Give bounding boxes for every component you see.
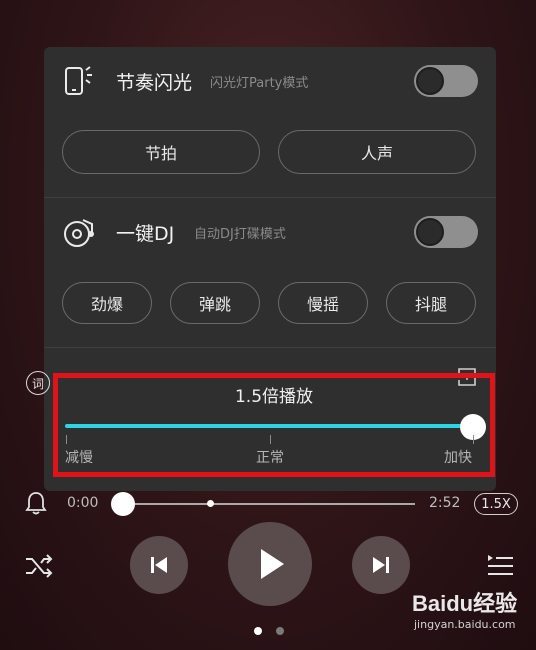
one-key-dj-title: 一键DJ: [116, 222, 175, 245]
progress-marker: [207, 500, 214, 507]
divider: [44, 197, 496, 198]
phone-flash-icon: [65, 66, 92, 95]
page-indicator-dot-active: [254, 627, 262, 635]
play-icon: [261, 549, 284, 579]
playback-rate-badge[interactable]: 1.5X: [474, 493, 518, 515]
beat-button[interactable]: 节拍: [62, 130, 260, 174]
watermark-brand: Baidu经验: [412, 591, 518, 616]
playlist-icon[interactable]: [486, 553, 514, 577]
slider-tick: [473, 435, 474, 444]
previous-button[interactable]: [130, 536, 188, 594]
rhythm-flash-toggle[interactable]: [414, 65, 478, 97]
vocal-button[interactable]: 人声: [278, 130, 476, 174]
playback-speed-control: 1.5倍播放 减慢 正常 加快: [53, 373, 495, 477]
baidu-jingyan-watermark: Baidu经验 jingyan.baidu.com: [412, 586, 532, 636]
lyric-button[interactable]: 词: [26, 371, 50, 395]
dj-mode-button-jinbao[interactable]: 劲爆: [62, 282, 152, 324]
one-key-dj-row: 一键DJ 自动DJ打碟模式: [44, 202, 496, 262]
next-button[interactable]: [352, 536, 410, 594]
speed-label-slow: 减慢: [65, 450, 93, 466]
playback-progress-row: 0:00 2:52 1.5X: [0, 486, 536, 522]
one-key-dj-subtitle: 自动DJ打碟模式: [194, 226, 286, 242]
speed-label-fast: 加快: [444, 450, 472, 466]
progress-track[interactable]: [123, 503, 415, 505]
toggle-knob: [416, 67, 444, 95]
playback-speed-title: 1.5倍播放: [234, 387, 314, 407]
watermark-url: jingyan.baidu.com: [414, 618, 516, 631]
speed-slider-track[interactable]: [65, 424, 473, 428]
toggle-knob: [416, 218, 444, 246]
slider-tick: [66, 435, 67, 444]
rhythm-flash-subtitle: 闪光灯Party模式: [210, 75, 309, 91]
progress-thumb[interactable]: [111, 492, 135, 516]
speed-label-normal: 正常: [256, 450, 284, 466]
current-time: 0:00: [67, 495, 99, 511]
page-indicator-dot: [276, 627, 284, 635]
shuffle-icon[interactable]: [24, 552, 54, 580]
dj-mode-button-doutui[interactable]: 抖腿: [386, 282, 476, 324]
total-time: 2:52: [429, 495, 461, 511]
one-key-dj-toggle[interactable]: [414, 216, 478, 248]
dj-mode-button-manyao[interactable]: 慢摇: [278, 282, 368, 324]
bell-icon[interactable]: [24, 490, 48, 516]
skip-next-icon: [373, 557, 389, 573]
dj-mode-button-tantiao[interactable]: 弹跳: [170, 282, 260, 324]
rhythm-flash-row: 节奏闪光 闪光灯Party模式: [44, 51, 496, 111]
slider-tick: [270, 435, 271, 444]
play-button[interactable]: [228, 522, 312, 606]
skip-previous-icon: [151, 557, 167, 573]
turntable-icon: [64, 219, 94, 247]
divider: [44, 347, 496, 348]
rhythm-flash-title: 节奏闪光: [116, 71, 193, 94]
